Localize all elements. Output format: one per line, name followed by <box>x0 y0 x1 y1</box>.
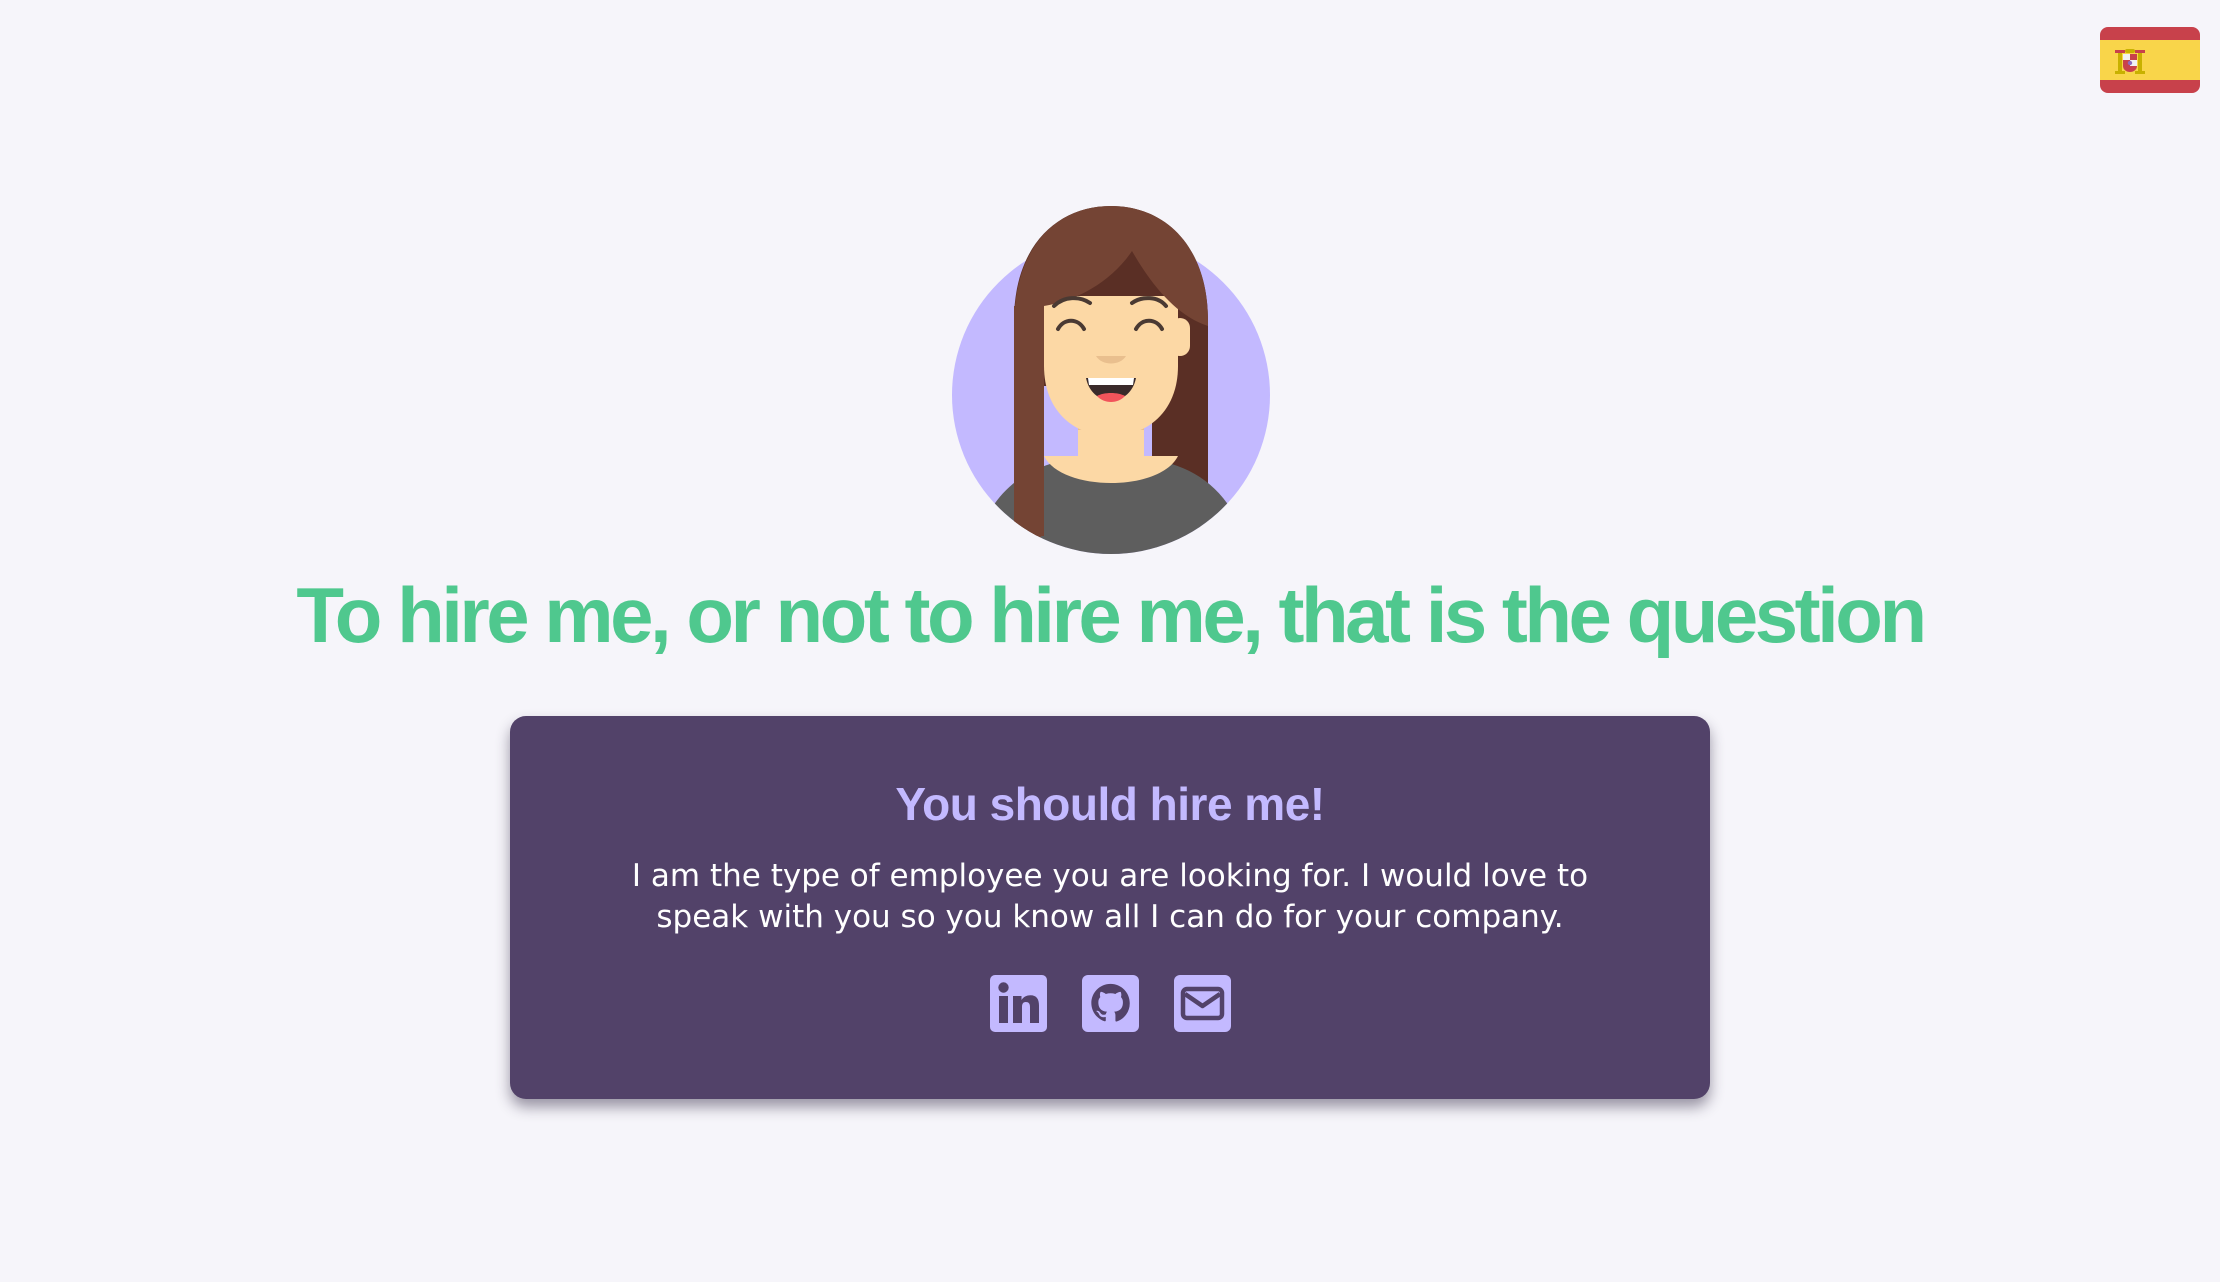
github-icon <box>1081 975 1139 1032</box>
linkedin-icon <box>989 975 1047 1032</box>
language-switch-button[interactable] <box>2100 27 2200 93</box>
email-link[interactable] <box>1173 975 1231 1032</box>
woman-avatar-icon <box>952 206 1270 554</box>
github-link[interactable] <box>1081 975 1139 1032</box>
avatar <box>952 206 1270 554</box>
linkedin-link[interactable] <box>989 975 1047 1032</box>
social-links <box>510 975 1710 1032</box>
envelope-icon <box>1173 975 1231 1032</box>
page-title: To hire me, or not to hire me, that is t… <box>296 571 1927 659</box>
card-description: I am the type of employee you are lookin… <box>631 858 1589 935</box>
spain-flag-icon <box>2100 27 2200 93</box>
card-title: You should hire me! <box>895 778 1325 830</box>
hire-card: You should hire me! I am the type of emp… <box>510 716 1710 1099</box>
